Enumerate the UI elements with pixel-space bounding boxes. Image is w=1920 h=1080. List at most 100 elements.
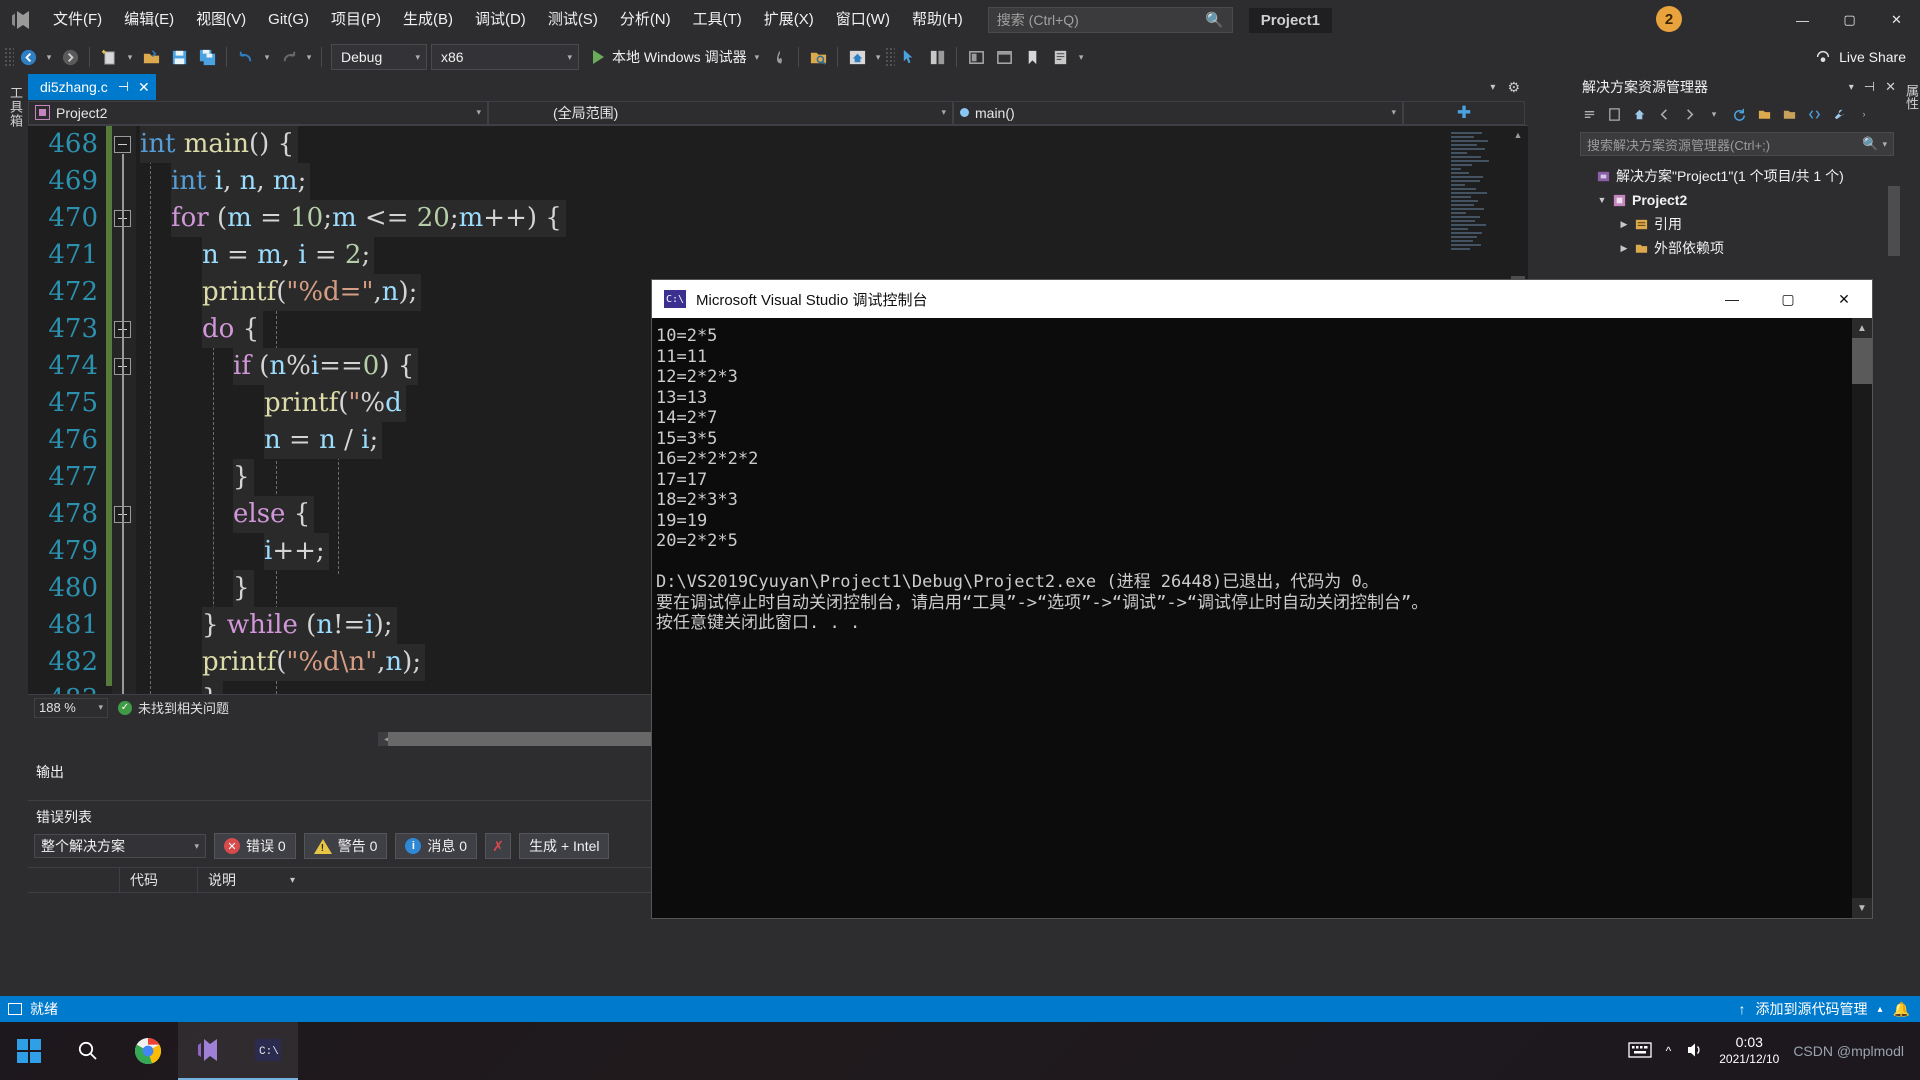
- taskbar-visual-studio-icon[interactable]: [178, 1022, 238, 1080]
- new-file-icon[interactable]: [95, 44, 123, 70]
- console-title-bar[interactable]: C:\ Microsoft Visual Studio 调试控制台 — ▢ ✕: [652, 280, 1872, 318]
- fold-toggle-icon[interactable]: [114, 136, 131, 153]
- toolbox-strip[interactable]: 工具箱: [0, 74, 28, 996]
- back-icon[interactable]: [1653, 103, 1675, 125]
- console-minimize-button[interactable]: —: [1704, 280, 1760, 318]
- overflow-dropdown[interactable]: ▾: [1074, 44, 1088, 70]
- new-folder-icon[interactable]: [1778, 103, 1800, 125]
- menu-item-test[interactable]: 测试(S): [537, 6, 609, 34]
- solution-explorer-scrollbar[interactable]: [1886, 186, 1902, 750]
- menu-item-analyze[interactable]: 分析(N): [609, 6, 682, 34]
- console-scroll-thumb[interactable]: [1852, 338, 1872, 384]
- notebook-icon[interactable]: [1046, 44, 1074, 70]
- chevron-down-icon[interactable]: ▾: [1703, 103, 1725, 125]
- error-col-icon[interactable]: [28, 867, 120, 893]
- error-col-description[interactable]: 说明: [198, 867, 286, 893]
- chevron-down-icon[interactable]: ▾: [1849, 82, 1854, 93]
- chevron-down-icon[interactable]: ▾: [1490, 82, 1495, 93]
- menu-item-git[interactable]: Git(G): [257, 6, 320, 34]
- preview-icon[interactable]: [962, 44, 990, 70]
- volume-icon[interactable]: [1685, 1041, 1705, 1062]
- compare-files-icon[interactable]: [923, 44, 951, 70]
- twisty-icon[interactable]: ▶: [1616, 219, 1632, 230]
- taskbar-console-icon[interactable]: C:\: [238, 1022, 298, 1080]
- error-scope-combo[interactable]: 整个解决方案 ▾: [34, 834, 206, 858]
- solution-configuration-combo[interactable]: Debug ▾: [331, 44, 427, 70]
- minimize-button[interactable]: —: [1779, 0, 1826, 40]
- menu-item-extensions[interactable]: 扩展(X): [753, 6, 825, 34]
- hscroll-thumb[interactable]: [388, 732, 658, 746]
- build-filter-combo[interactable]: 生成 + Intel: [519, 833, 610, 859]
- tree-item-solution[interactable]: 解决方案"Project1"(1 个项目/共 1 个): [1572, 164, 1902, 188]
- navigate-back-dropdown[interactable]: ▾: [42, 44, 56, 70]
- close-icon[interactable]: ✕: [1885, 79, 1896, 95]
- properties-strip[interactable]: 属性: [1902, 74, 1920, 996]
- gear-icon[interactable]: ⚙: [1507, 79, 1520, 96]
- quick-search-box[interactable]: 搜索 (Ctrl+Q) 🔍: [987, 7, 1233, 33]
- open-file-icon[interactable]: [137, 44, 165, 70]
- tree-item-external-deps[interactable]: ▶ 外部依赖项: [1572, 236, 1902, 260]
- forward-icon[interactable]: [1678, 103, 1700, 125]
- debug-console-window[interactable]: C:\ Microsoft Visual Studio 调试控制台 — ▢ ✕ …: [652, 280, 1872, 918]
- navigate-forward-icon[interactable]: [56, 44, 84, 70]
- toolbar-grip-2[interactable]: [885, 47, 896, 67]
- build-intellisense-icon[interactable]: ✗: [485, 833, 512, 859]
- show-all-files-icon[interactable]: [1753, 103, 1775, 125]
- search-icon[interactable]: 🔍: [1862, 136, 1878, 152]
- errors-filter-button[interactable]: ✕ 错误 0: [214, 833, 296, 859]
- zoom-level-combo[interactable]: 188 % ▾: [34, 697, 108, 718]
- tree-item-references[interactable]: ▶ 引用: [1572, 212, 1902, 236]
- folder-search-icon[interactable]: [804, 44, 832, 70]
- close-icon[interactable]: ✕: [138, 79, 150, 96]
- chevron-up-icon-2[interactable]: ▴: [1878, 1004, 1883, 1015]
- console-close-button[interactable]: ✕: [1816, 280, 1872, 318]
- chevron-right-icon[interactable]: ›: [1853, 103, 1875, 125]
- menu-item-window[interactable]: 窗口(W): [825, 6, 901, 34]
- twisty-icon[interactable]: ▼: [1594, 195, 1610, 205]
- save-icon[interactable]: [165, 44, 193, 70]
- code-line[interactable]: 468 int main() {: [28, 126, 1528, 163]
- pin-icon[interactable]: ⊣: [1864, 79, 1875, 95]
- view-code-icon[interactable]: [1803, 103, 1825, 125]
- menu-item-build[interactable]: 生成(B): [392, 6, 464, 34]
- properties-page-icon[interactable]: [1603, 103, 1625, 125]
- home-dropdown[interactable]: ▾: [871, 44, 885, 70]
- pointer-select-icon[interactable]: [895, 44, 923, 70]
- close-button[interactable]: ✕: [1873, 0, 1920, 40]
- scroll-up-arrow[interactable]: ▲: [1508, 126, 1528, 144]
- solution-explorer-search[interactable]: 搜索解决方案资源管理器(Ctrl+;) 🔍 ▾: [1580, 132, 1894, 156]
- project-scope-combo[interactable]: Project2 ▾: [28, 100, 488, 125]
- live-share-button[interactable]: Live Share: [1814, 48, 1906, 66]
- menu-item-help[interactable]: 帮助(H): [901, 6, 974, 34]
- keyboard-icon[interactable]: [1627, 1041, 1652, 1062]
- wrench-icon[interactable]: [1828, 103, 1850, 125]
- console-scrollbar[interactable]: ▲ ▼: [1852, 318, 1872, 918]
- start-icon[interactable]: [0, 1022, 58, 1080]
- bookmark-icon[interactable]: [1018, 44, 1046, 70]
- console-scroll-up-arrow[interactable]: ▲: [1852, 318, 1872, 338]
- notification-bell-icon[interactable]: 🔔: [1893, 1001, 1910, 1018]
- editor-tab-di5zhang-c[interactable]: di5zhang.c ⊣ ✕: [28, 74, 156, 100]
- chevron-up-icon[interactable]: ↑: [1739, 1001, 1746, 1017]
- toolbar-grip[interactable]: [4, 47, 14, 67]
- code-line[interactable]: 471 n = m, i = 2;: [28, 237, 1528, 274]
- maximize-button[interactable]: ▢: [1826, 0, 1873, 40]
- navigate-back-icon[interactable]: [14, 44, 42, 70]
- menu-item-project[interactable]: 项目(P): [320, 6, 392, 34]
- member-scope-combo[interactable]: main() ▾: [953, 100, 1403, 125]
- undo-icon[interactable]: [232, 44, 260, 70]
- taskbar-search-icon[interactable]: [58, 1022, 118, 1080]
- console-maximize-button[interactable]: ▢: [1760, 280, 1816, 318]
- new-file-dropdown[interactable]: ▾: [123, 44, 137, 70]
- menu-item-file[interactable]: 文件(F): [42, 6, 113, 34]
- chevron-down-icon[interactable]: ▾: [755, 52, 760, 63]
- taskbar-clock[interactable]: 0:03 2021/12/10: [1719, 1034, 1779, 1068]
- notification-badge[interactable]: 2: [1656, 6, 1682, 32]
- twisty-icon[interactable]: ▶: [1616, 243, 1632, 254]
- chevron-up-icon[interactable]: ^: [1666, 1044, 1672, 1058]
- chevron-down-icon[interactable]: ▾: [1882, 139, 1887, 150]
- code-line[interactable]: 470 for (m = 10;m <= 20;m++) {: [28, 200, 1528, 237]
- start-debugging-button[interactable]: 本地 Windows 调试器 ▾: [587, 44, 765, 70]
- save-all-icon[interactable]: [193, 44, 221, 70]
- menu-item-edit[interactable]: 编辑(E): [113, 6, 185, 34]
